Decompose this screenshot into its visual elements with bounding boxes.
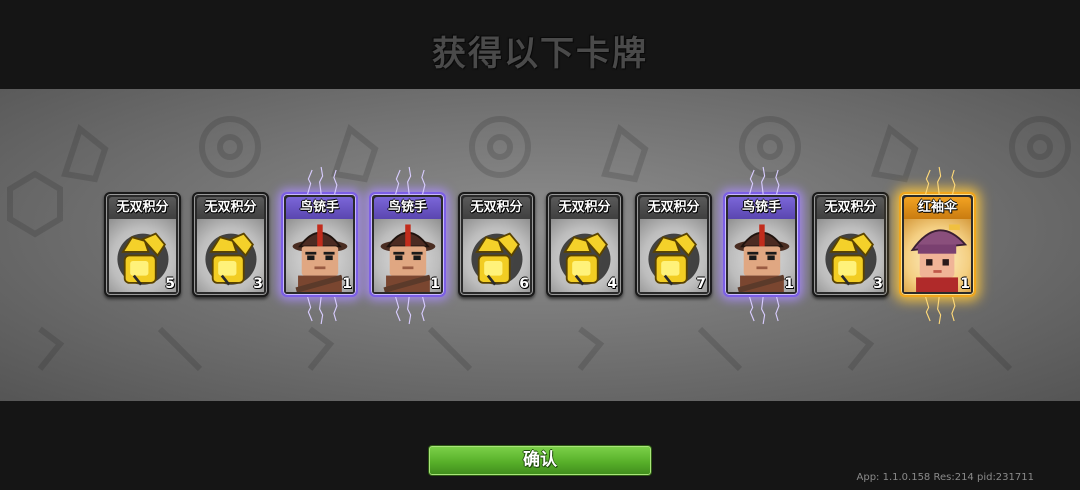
card-count: 1 bbox=[342, 276, 352, 292]
reward-card[interactable]: 无双积分 6 bbox=[458, 192, 535, 297]
card-name: 无双积分 bbox=[551, 197, 618, 219]
reward-card[interactable]: 鸟铳手 1 bbox=[281, 166, 358, 325]
card-count: 1 bbox=[960, 276, 970, 292]
confirm-button[interactable]: 确认 bbox=[428, 445, 652, 476]
card-row: 无双积分 5 无双积分 3 鸟铳手 1 鸟铳手 1 无双积分 6 无双积分 4 无双积分 bbox=[0, 0, 1080, 490]
reward-card[interactable]: 鸟铳手 1 bbox=[723, 166, 800, 325]
reward-card[interactable]: 无双积分 3 bbox=[812, 192, 889, 297]
version-info: App: 1.1.0.158 Res:214 pid:231711 bbox=[856, 472, 1035, 483]
card-name: 无双积分 bbox=[463, 197, 530, 219]
card-name: 鸟铳手 bbox=[286, 197, 353, 219]
card-count: 7 bbox=[696, 276, 706, 292]
card-count: 5 bbox=[165, 276, 175, 292]
reward-card[interactable]: 无双积分 5 bbox=[104, 192, 181, 297]
rarity-sparks-icon bbox=[395, 166, 426, 194]
rarity-sparks-icon bbox=[749, 166, 780, 194]
card-count: 1 bbox=[430, 276, 440, 292]
rarity-sparks-icon bbox=[749, 297, 780, 325]
card-count: 6 bbox=[519, 276, 529, 292]
card-name: 红袖伞 bbox=[904, 197, 971, 219]
card-name: 无双积分 bbox=[109, 197, 176, 219]
card-count: 3 bbox=[253, 276, 263, 292]
card-name: 无双积分 bbox=[197, 197, 264, 219]
card-name: 无双积分 bbox=[817, 197, 884, 219]
rarity-sparks-icon bbox=[307, 297, 338, 325]
card-count: 1 bbox=[784, 276, 794, 292]
rarity-sparks-icon bbox=[925, 297, 956, 325]
card-count: 4 bbox=[607, 276, 617, 292]
card-name: 无双积分 bbox=[640, 197, 707, 219]
reward-card[interactable]: 无双积分 4 bbox=[546, 192, 623, 297]
reward-card[interactable]: 红袖伞 1 bbox=[899, 166, 976, 325]
rarity-sparks-icon bbox=[925, 166, 956, 194]
reward-card[interactable]: 无双积分 3 bbox=[192, 192, 269, 297]
card-count: 3 bbox=[873, 276, 883, 292]
rarity-sparks-icon bbox=[395, 297, 426, 325]
reward-card[interactable]: 鸟铳手 1 bbox=[369, 166, 446, 325]
card-name: 鸟铳手 bbox=[374, 197, 441, 219]
card-name: 鸟铳手 bbox=[728, 197, 795, 219]
rarity-sparks-icon bbox=[307, 166, 338, 194]
reward-card[interactable]: 无双积分 7 bbox=[635, 192, 712, 297]
